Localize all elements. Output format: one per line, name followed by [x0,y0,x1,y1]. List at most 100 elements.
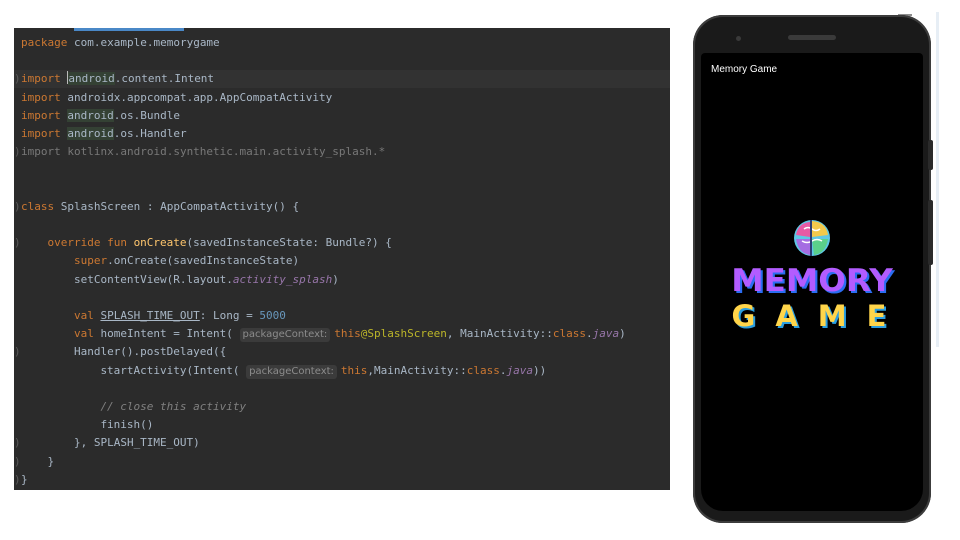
code-line[interactable]: package com.example.memorygame [14,34,670,52]
code-token: import [21,127,68,140]
code-token: androidx.appcompat.app.AppCompatActivity [67,90,333,104]
code-text: finish() [100,416,153,434]
code-token: import [21,72,68,86]
code-text: // close this activity [100,398,246,416]
code-token: , MainActivity:: [446,327,553,341]
code-line[interactable]: )} [14,453,670,471]
code-line[interactable]: val SPLASH_TIME_OUT: Long = 5000 [14,307,670,325]
code-token: setContentView(R.layout. [73,272,233,286]
code-token: SplashScreen : AppCompatActivity() { [60,199,300,213]
code-line[interactable]: val homeIntent = Intent( packageContext:… [14,325,670,343]
code-token: .os.Handler [113,127,187,140]
code-token: .onCreate(savedInstanceState) [107,254,300,268]
code-text: startActivity(Intent( packageContext: thi… [100,362,546,380]
fold-marker[interactable]: ) [14,234,21,252]
code-token: override fun [47,236,134,250]
code-text: import androidx.appcompat.app.AppCompatA… [21,89,332,107]
code-token: .content.Intent [114,72,215,86]
code-token: this [334,327,361,341]
front-camera [736,36,741,41]
code-text: val homeIntent = Intent( packageContext:… [74,325,626,343]
code-text: import kotlinx.android.synthetic.main.ac… [21,143,385,161]
brain-puzzle-icon [794,220,830,256]
code-token: SPLASH_TIME_OUT [100,309,200,322]
code-token: val [73,309,101,322]
phone-power-button[interactable] [928,140,933,170]
code-token: super [73,254,108,268]
code-token: finish() [100,418,154,432]
parameter-hint: packageContext: [239,328,331,343]
code-token: Handler().postDelayed({ [73,345,227,359]
code-line[interactable]: )}, SPLASH_TIME_OUT) [14,434,670,452]
code-line[interactable]: import androidx.appcompat.app.AppCompatA… [14,89,670,107]
code-token: ) [619,327,626,341]
fold-marker[interactable]: ) [14,198,21,216]
code-editor[interactable]: package com.example.memorygame) import an… [14,28,670,490]
code-token: } [21,472,28,486]
code-token: import [21,90,68,104]
fold-marker[interactable]: ) [14,434,21,452]
code-token: import [21,108,68,122]
code-line[interactable]: super.onCreate(savedInstanceState) [14,252,670,270]
code-text: } [47,453,54,471]
code-token: (savedInstanceState: Bundle?) { [186,236,392,250]
code-token: . [585,327,593,341]
code-token: ) [332,272,339,286]
code-token: ,MainActivity:: [367,363,467,377]
code-token: activity_splash [232,272,333,286]
code-token: class [21,199,61,213]
code-token: } [73,436,81,450]
fold-marker[interactable]: ) [14,453,21,471]
code-token: )) [533,363,547,377]
parameter-hint: packageContext: [246,364,337,379]
code-line[interactable]: finish() [14,416,670,434]
code-token: android [67,108,114,122]
earpiece-speaker [788,35,836,40]
code-line[interactable]: ) override fun onCreate(savedInstanceStat… [14,234,670,252]
code-token: this [340,363,368,377]
code-token: class [552,327,586,341]
fold-marker[interactable]: ) [14,343,21,361]
code-line[interactable]: // close this activity [14,398,670,416]
code-text: class SplashScreen : AppCompatActivity()… [21,198,299,216]
code-token: // close this activity [100,400,247,413]
code-text: import android.os.Bundle [21,107,180,125]
phone-screen[interactable]: Memory Game MEMORY GAME [701,53,923,511]
window-edge-strip [936,12,939,347]
code-text: import android.os.Handler [21,125,187,143]
fold-marker[interactable]: ) [14,471,21,489]
code-token: import kotlinx.android.synthetic.main.ac… [21,145,386,159]
code-line[interactable]: ) Handler().postDelayed({ [14,343,670,361]
code-token: android [68,72,115,86]
code-text: Handler().postDelayed({ [74,343,226,361]
code-token: class [466,363,500,377]
code-token: package [21,36,74,49]
code-token: java [506,363,534,377]
code-token: .os.Bundle [113,108,180,122]
code-line[interactable]: ) import kotlinx.android.synthetic.main.a… [14,143,670,161]
code-line[interactable]: startActivity(Intent( packageContext: thi… [14,362,670,380]
code-line[interactable]: ) import android.content.Intent [14,70,670,89]
code-line[interactable]: import android.os.Bundle [14,107,670,125]
code-token: @SplashScreen [360,327,447,341]
code-token: : Long = [199,309,260,322]
code-line[interactable]: import android.os.Handler [14,125,670,143]
code-line[interactable]: setContentView(R.layout.activity_splash) [14,271,670,289]
code-text: override fun onCreate(savedInstanceState… [47,234,391,252]
splash-title-memory: MEMORY [731,263,893,299]
code-line[interactable]: ) class SplashScreen : AppCompatActivity(… [14,198,670,216]
fold-marker[interactable]: ) [14,70,21,88]
code-text: val SPLASH_TIME_OUT: Long = 5000 [74,307,286,325]
code-token: , [80,436,94,450]
code-text: } [21,471,28,489]
code-token: homeIntent = Intent( [100,327,240,341]
fold-marker[interactable]: ) [14,143,21,161]
app-title: Memory Game [711,64,778,75]
code-text: import android.content.Intent [21,70,214,88]
phone-volume-button[interactable] [928,200,933,265]
code-text: super.onCreate(savedInstanceState) [74,252,299,270]
code-area[interactable]: package com.example.memorygame) import an… [14,28,670,490]
code-line[interactable]: )} [14,471,670,489]
splash-title-game: GAME [731,299,907,333]
code-token: android [67,127,114,140]
